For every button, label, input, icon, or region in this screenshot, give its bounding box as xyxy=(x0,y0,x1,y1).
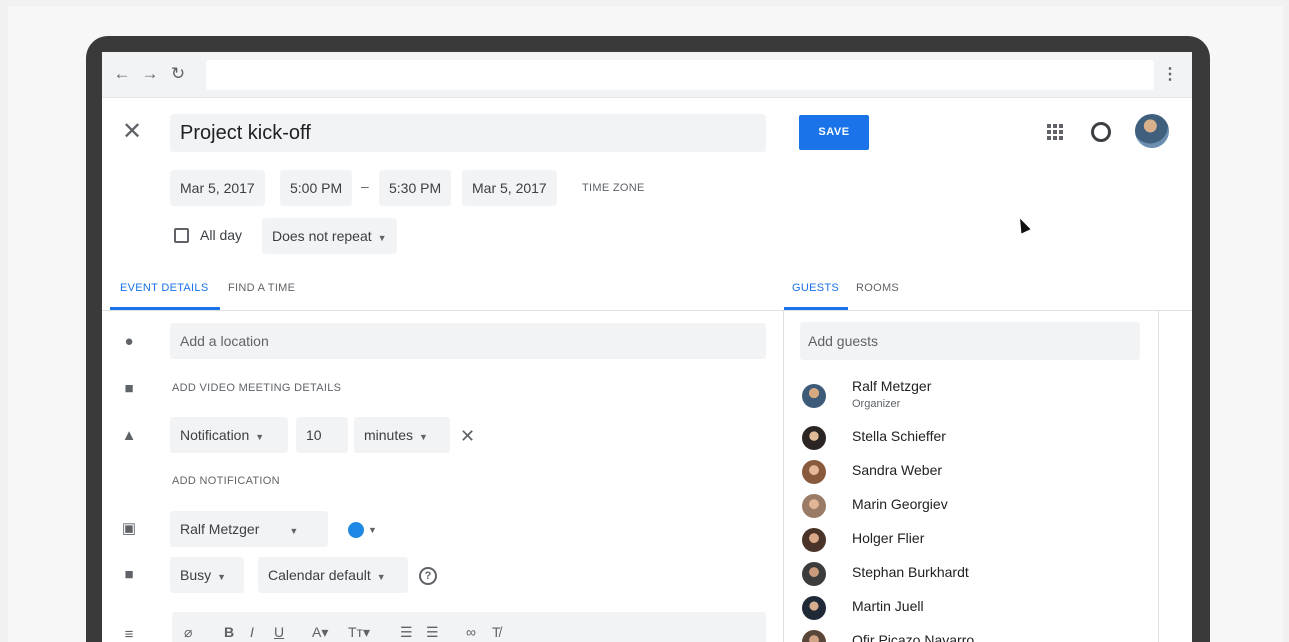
address-bar[interactable] xyxy=(206,60,1154,90)
chevron-down-icon: ▼ xyxy=(377,233,387,243)
visibility-value: Calendar default xyxy=(268,567,371,583)
clear-formatting-icon[interactable]: T̸ xyxy=(492,624,501,640)
underline-icon[interactable]: U xyxy=(274,624,284,640)
description-format-toolbar: ⌀ B I U A▾ Tт▾ ☰ ☰ ∞ T̸ xyxy=(172,612,766,642)
add-guests-input[interactable]: Add guests xyxy=(800,322,1140,360)
repeat-value: Does not repeat xyxy=(272,228,372,244)
guest-item[interactable]: Martin Juell xyxy=(802,594,1142,624)
chevron-down-icon[interactable]: ▼ xyxy=(368,525,377,535)
browser-screen: ← → ↻ ⋮ ✕ Project kick-off SAVE Mar 5, 2… xyxy=(102,52,1192,642)
tab-guests[interactable]: GUESTS xyxy=(792,282,839,294)
avatar xyxy=(802,528,826,552)
tabs-divider xyxy=(102,310,1192,311)
reload-icon[interactable]: ↻ xyxy=(168,64,188,84)
mouse-pointer-icon xyxy=(1015,216,1031,234)
location-input[interactable]: Add a location xyxy=(170,323,766,359)
text-size-icon[interactable]: Tт▾ xyxy=(348,624,370,641)
start-time-field[interactable]: 5:00 PM xyxy=(280,170,353,206)
guest-item[interactable]: Stephan Burkhardt xyxy=(802,560,1142,590)
location-pin-icon: ● xyxy=(124,333,134,350)
end-date-field[interactable]: Mar 5, 2017 xyxy=(462,170,557,206)
user-avatar[interactable] xyxy=(1135,114,1169,148)
calendar-owner-dropdown[interactable]: Ralf Metzger ▼ xyxy=(170,511,328,547)
help-icon[interactable]: ? xyxy=(419,567,437,585)
description-icon: ≡ xyxy=(124,626,134,642)
bulleted-list-icon[interactable]: ☰ xyxy=(426,624,439,641)
calendar-color-swatch[interactable] xyxy=(348,522,364,538)
guest-role: Organizer xyxy=(852,398,901,410)
guest-name: Martin Juell xyxy=(852,598,924,614)
link-icon[interactable]: ∞ xyxy=(466,624,476,640)
notification-type-value: Notification xyxy=(180,427,250,443)
chevron-down-icon: ▼ xyxy=(289,526,299,536)
avatar xyxy=(802,630,826,642)
bell-icon: ▲ xyxy=(121,427,137,444)
italic-icon[interactable]: I xyxy=(250,624,254,640)
avatar xyxy=(802,562,826,586)
chevron-down-icon: ▼ xyxy=(255,432,265,442)
briefcase-icon: ■ xyxy=(124,566,134,583)
calendar-icon: ▣ xyxy=(121,520,137,537)
tab-rooms[interactable]: ROOMS xyxy=(856,282,899,294)
attachment-icon[interactable]: ⌀ xyxy=(184,624,192,641)
guest-name: Marin Georgiev xyxy=(852,496,948,512)
apps-grid-icon[interactable] xyxy=(1047,124,1063,140)
panel-divider xyxy=(783,310,784,642)
start-date-field[interactable]: Mar 5, 2017 xyxy=(170,170,265,206)
all-day-checkbox[interactable] xyxy=(174,228,189,243)
avatar xyxy=(802,384,826,408)
guest-name: Holger Flier xyxy=(852,530,925,546)
bold-icon[interactable]: B xyxy=(224,624,234,640)
numbered-list-icon[interactable]: ☰ xyxy=(400,624,413,641)
notification-value-input[interactable]: 10 xyxy=(296,417,348,453)
guest-item[interactable]: Ralf Metzger Organizer xyxy=(802,378,1142,410)
guests-panel-edge xyxy=(1158,310,1159,642)
close-icon[interactable]: ✕ xyxy=(122,120,142,144)
chevron-down-icon: ▼ xyxy=(217,572,227,582)
guest-name: Stella Schieffer xyxy=(852,428,946,444)
add-video-meeting-link[interactable]: ADD VIDEO MEETING DETAILS xyxy=(172,382,341,394)
save-button[interactable]: SAVE xyxy=(799,115,869,150)
guest-item[interactable]: Holger Flier xyxy=(802,526,1142,556)
all-day-label: All day xyxy=(200,227,243,243)
add-notification-link[interactable]: ADD NOTIFICATION xyxy=(172,475,280,487)
notification-unit-value: minutes xyxy=(364,427,414,443)
guest-item[interactable]: Marin Georgiev xyxy=(802,492,1142,522)
time-separator: – xyxy=(361,178,369,194)
time-zone-button[interactable]: TIME ZONE xyxy=(582,182,645,194)
tab-event-details[interactable]: EVENT DETAILS xyxy=(120,282,208,294)
video-camera-icon: ■ xyxy=(124,380,134,397)
notifications-icon[interactable] xyxy=(1091,122,1111,142)
event-title-input[interactable]: Project kick-off xyxy=(170,114,766,152)
guest-name: Stephan Burkhardt xyxy=(852,564,969,580)
repeat-dropdown[interactable]: Does not repeat ▼ xyxy=(262,218,397,254)
avatar xyxy=(802,596,826,620)
guest-item[interactable]: Stella Schieffer xyxy=(802,424,1142,454)
tab-find-a-time[interactable]: FIND A TIME xyxy=(228,282,295,294)
calendar-owner-value: Ralf Metzger xyxy=(180,521,260,537)
notification-type-dropdown[interactable]: Notification ▼ xyxy=(170,417,288,453)
end-time-field[interactable]: 5:30 PM xyxy=(379,170,452,206)
remove-notification-icon[interactable]: ✕ xyxy=(460,426,475,447)
guest-item[interactable]: Ofir Picazo Navarro xyxy=(802,628,1142,642)
avatar xyxy=(802,426,826,450)
avatar xyxy=(802,494,826,518)
kebab-menu-icon[interactable]: ⋮ xyxy=(1162,64,1178,84)
text-color-icon[interactable]: A▾ xyxy=(312,624,328,641)
guest-item[interactable]: Sandra Weber xyxy=(802,458,1142,488)
notification-unit-dropdown[interactable]: minutes ▼ xyxy=(354,417,450,453)
avatar xyxy=(802,460,826,484)
forward-arrow-icon[interactable]: → xyxy=(140,64,160,84)
guest-name: Ofir Picazo Navarro xyxy=(852,632,975,642)
availability-value: Busy xyxy=(180,567,212,583)
availability-dropdown[interactable]: Busy ▼ xyxy=(170,557,244,593)
guest-name: Sandra Weber xyxy=(852,462,943,478)
browser-toolbar: ← → ↻ ⋮ xyxy=(102,52,1192,98)
back-arrow-icon[interactable]: ← xyxy=(112,64,132,84)
chevron-down-icon: ▼ xyxy=(419,432,428,442)
chevron-down-icon: ▼ xyxy=(376,572,386,582)
guest-name: Ralf Metzger xyxy=(852,378,932,394)
visibility-dropdown[interactable]: Calendar default ▼ xyxy=(258,557,408,593)
